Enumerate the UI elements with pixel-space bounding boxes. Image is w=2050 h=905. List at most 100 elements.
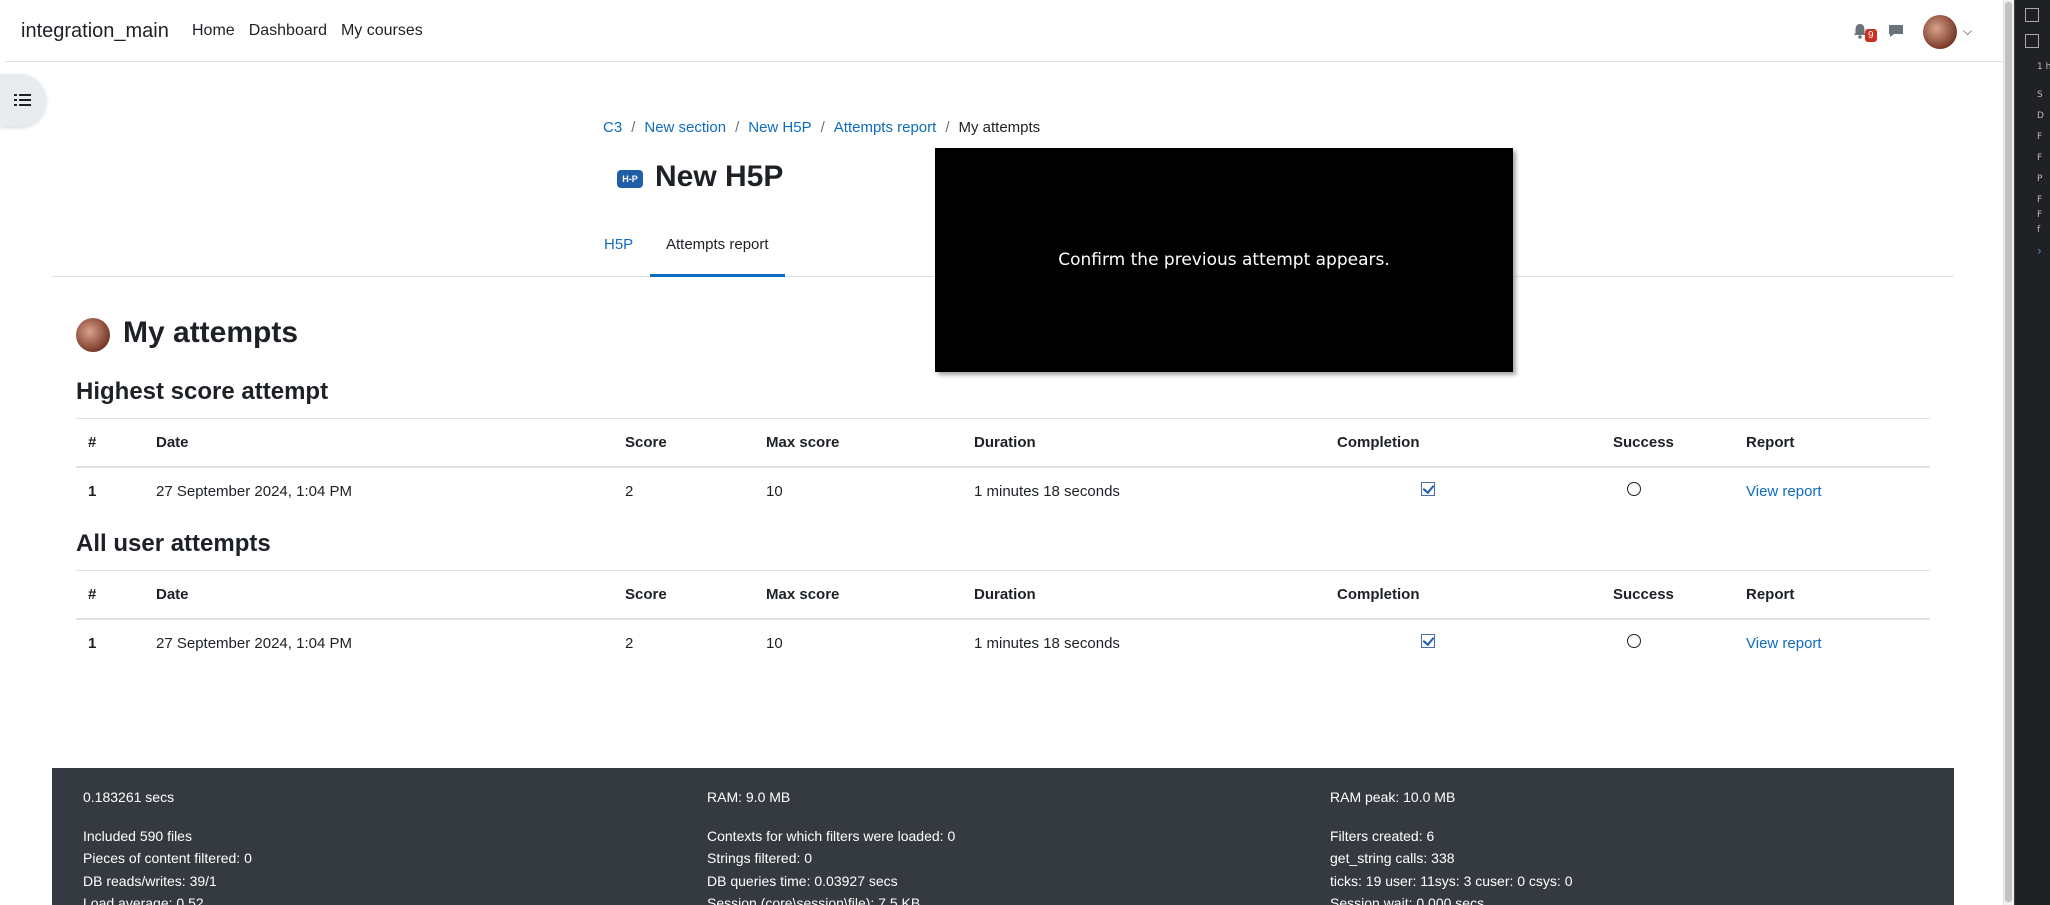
table-header-row: # Date Score Max score Duration Completi… (76, 570, 1930, 620)
devpanel-text: F (2037, 132, 2043, 142)
footer-stat: Pieces of content filtered: 0 (83, 850, 252, 866)
messages-icon[interactable] (1887, 22, 1905, 40)
site-brand[interactable]: integration_main (21, 20, 169, 43)
attempt-duration: 1 minutes 18 seconds (974, 634, 1120, 652)
breadcrumb-current: My attempts (958, 119, 1041, 136)
h5p-activity-icon: H-P (617, 170, 643, 188)
breadcrumb-separator: / (945, 119, 950, 136)
completion-check-icon (1421, 482, 1435, 496)
col-completion: Completion (1325, 418, 1601, 468)
nav-dashboard[interactable]: Dashboard (249, 22, 327, 40)
col-max-score: Max score (754, 570, 962, 620)
footer-col-2: RAM: 9.0 MB Contexts for which filters w… (707, 786, 955, 905)
footer-stat: Filters created: 6 (1330, 827, 1435, 844)
attempt-duration: 1 minutes 18 seconds (974, 482, 1120, 500)
course-index-toggle-button[interactable] (0, 74, 46, 126)
view-report-link[interactable]: View report (1746, 483, 1822, 500)
top-navbar: integration_main Home Dashboard My cours… (5, 0, 2003, 62)
user-avatar[interactable] (1923, 15, 1957, 49)
devpanel-text: S (2037, 90, 2043, 100)
breadcrumb-link-new-section[interactable]: New section (644, 119, 726, 136)
instruction-overlay: Confirm the previous attempt appears. (935, 148, 1513, 372)
all-attempts-table: # Date Score Max score Duration Completi… (76, 570, 1930, 667)
devtools-panel: 1 h S D F F P F F f › (2014, 0, 2050, 905)
my-attempts-heading: My attempts (123, 316, 299, 349)
nav-my-courses[interactable]: My courses (341, 22, 423, 40)
footer-stat: get_string calls: 338 (1330, 850, 1455, 866)
tab-h5p[interactable]: H5P (588, 236, 649, 277)
col-date: Date (144, 570, 613, 620)
chevron-down-icon[interactable]: ⌵ (1963, 24, 1972, 39)
devpanel-text: F (2037, 210, 2043, 220)
all-user-attempts-heading: All user attempts (76, 530, 271, 557)
attempt-score: 2 (625, 634, 634, 652)
highest-score-table: # Date Score Max score Duration Completi… (76, 418, 1930, 515)
expand-chevron-icon[interactable]: › (2037, 244, 2042, 258)
inspect-icon[interactable] (2025, 8, 2039, 22)
col-number: # (76, 570, 144, 620)
table-row: 1 27 September 2024, 1:04 PM 2 10 1 minu… (76, 619, 1930, 667)
footer-stat: Included 590 files (83, 827, 192, 844)
footer-stat: 0.183261 secs (83, 789, 175, 805)
attempt-score: 2 (625, 482, 634, 500)
devpanel-text: 1 h (2037, 62, 2050, 72)
footer-col-1: 0.183261 secs Included 590 files Pieces … (83, 786, 252, 905)
footer-stat: RAM peak: 10.0 MB (1330, 789, 1456, 805)
breadcrumb-link-attempts-report[interactable]: Attempts report (834, 119, 937, 136)
overlay-text: Confirm the previous attempt appears. (1058, 250, 1390, 270)
col-success: Success (1601, 418, 1734, 468)
footer-stat: DB reads/writes: 39/1 (83, 872, 217, 889)
success-circle-icon (1627, 482, 1641, 496)
primary-navigation: Home Dashboard My courses (192, 22, 423, 40)
col-duration: Duration (962, 418, 1325, 468)
breadcrumb-separator: / (735, 119, 740, 136)
completion-check-icon (1421, 634, 1435, 648)
attempt-max-score: 10 (766, 482, 783, 500)
col-success: Success (1601, 570, 1734, 620)
breadcrumb-link-new-h5p[interactable]: New H5P (748, 119, 811, 136)
devpanel-text: P (2037, 174, 2043, 184)
devpanel-text: F (2037, 153, 2043, 163)
devpanel-text: D (2037, 111, 2044, 121)
completion-cell (1325, 619, 1601, 667)
attempt-date: 27 September 2024, 1:04 PM (156, 482, 352, 500)
footer-stat: Contexts for which filters were loaded: … (707, 827, 956, 844)
col-score: Score (613, 418, 754, 468)
highest-score-heading: Highest score attempt (76, 378, 329, 405)
completion-cell (1325, 467, 1601, 515)
list-icon (14, 94, 31, 106)
scrollbar-thumb[interactable] (2005, 2, 2012, 902)
breadcrumb-separator: / (820, 119, 825, 136)
success-circle-icon (1627, 634, 1641, 648)
report-cell: View report (1734, 619, 1930, 667)
view-report-link[interactable]: View report (1746, 635, 1822, 652)
breadcrumb-separator: / (631, 119, 636, 136)
avatar (76, 318, 110, 352)
success-cell (1601, 619, 1734, 667)
performance-footer: 0.183261 secs Included 590 files Pieces … (52, 768, 1954, 905)
footer-stat: Load average: 0.52 (83, 895, 204, 905)
footer-col-3: RAM peak: 10.0 MB Filters created: 6 get… (1330, 786, 1573, 905)
col-duration: Duration (962, 570, 1325, 620)
devpanel-text: f (2037, 225, 2041, 235)
devpanel-text: F (2037, 195, 2043, 205)
page-title: New H5P (655, 160, 784, 193)
report-cell: View report (1734, 467, 1930, 515)
attempt-number: 1 (88, 482, 97, 500)
table-header-row: # Date Score Max score Duration Completi… (76, 418, 1930, 468)
attempt-date: 27 September 2024, 1:04 PM (156, 634, 352, 652)
nav-home[interactable]: Home (192, 22, 235, 40)
footer-stat: Strings filtered: 0 (707, 850, 813, 866)
col-completion: Completion (1325, 570, 1601, 620)
tab-attempts-report[interactable]: Attempts report (650, 236, 785, 277)
notification-count-badge: 9 (1865, 29, 1877, 42)
footer-stat: Session wait: 0.000 secs (1330, 895, 1485, 905)
breadcrumb-link-c3[interactable]: C3 (603, 119, 622, 136)
attempt-number: 1 (88, 634, 97, 652)
col-report: Report (1734, 418, 1930, 468)
footer-stat: ticks: 19 user: 11sys: 3 cuser: 0 csys: … (1330, 872, 1573, 889)
footer-stat: RAM: 9.0 MB (707, 789, 791, 805)
table-row: 1 27 September 2024, 1:04 PM 2 10 1 minu… (76, 467, 1930, 515)
panel-toggle-icon[interactable] (2025, 34, 2039, 48)
col-number: # (76, 418, 144, 468)
